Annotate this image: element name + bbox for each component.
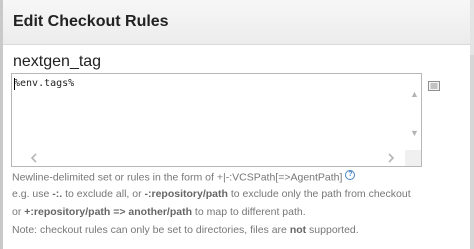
hint-text: e.g. use [12,188,53,200]
edit-checkout-rules-dialog: Edit Checkout Rules nextgen_tag %env.tag… [0,0,474,249]
hint-format: Newline-delimited set or rules in the fo… [12,170,356,184]
hint-example-exclude: e.g. use -:. to exclude all, or -:reposi… [12,188,411,200]
hint-code: -:repository/path [144,188,228,200]
scroll-up-arrow-icon[interactable]: ▲ [410,89,419,99]
hint-text: or [12,206,25,218]
hint-text: to map to different path. [192,206,306,218]
scrollbar-corner [405,150,421,166]
hint-emphasis: not [289,224,307,236]
hint-text: Note: checkout rules can only be set to … [12,224,290,236]
help-circle-icon[interactable]: ? [345,170,356,180]
hint-text: to exclude all, or [62,188,145,200]
hint-text: supported. [306,224,359,236]
scroll-down-arrow-icon[interactable]: ▼ [410,128,419,138]
dialog-header: Edit Checkout Rules [3,0,470,45]
scroll-left-arrow-icon[interactable] [30,153,38,163]
expand-editor-icon[interactable] [428,81,440,91]
text-caret [14,78,15,90]
parameter-name: nextgen_tag [13,53,102,70]
hint-code: -:. [52,188,63,200]
dialog-title: Edit Checkout Rules [13,13,169,30]
vertical-scrollbar[interactable]: ▲ ▼ [407,74,421,150]
hint-code: +:repository/path => another/path [24,206,193,218]
hint-text: to exclude only the path from checkout [227,188,411,200]
right-window-edge-top [470,0,474,55]
hint-example-map: or +:repository/path => another/path to … [12,206,306,218]
scroll-right-arrow-icon[interactable] [387,153,395,163]
checkout-rules-value[interactable]: %env.tags% [14,78,74,89]
horizontal-scrollbar[interactable] [12,150,407,166]
hint-note: Note: checkout rules can only be set to … [12,224,359,236]
hint-format-text: Newline-delimited set or rules in the fo… [12,171,343,184]
checkout-rules-textarea[interactable]: %env.tags% ▲ ▼ [11,73,422,167]
